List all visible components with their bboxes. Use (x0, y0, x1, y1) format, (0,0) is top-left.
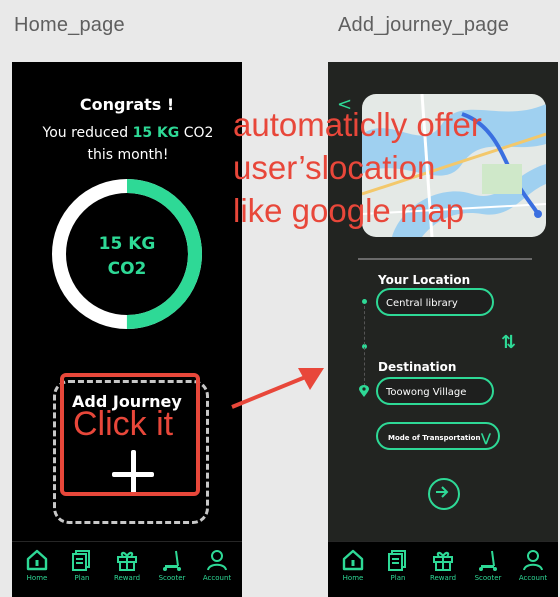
tab-home[interactable]: Home (333, 548, 373, 582)
tab-scooter[interactable]: Scooter (152, 548, 192, 582)
plan-icon (72, 550, 90, 571)
tab-bar-home: Home Plan Reward Scooter Account (12, 541, 242, 597)
tab-home[interactable]: Home (17, 548, 57, 582)
account-icon (523, 550, 543, 571)
tab-reward[interactable]: Reward (107, 548, 147, 582)
congrats-title: Congrats ! (79, 95, 175, 114)
tab-label: Reward (113, 574, 141, 582)
tab-label: Plan (74, 574, 90, 582)
section-divider (358, 258, 532, 260)
mode-of-transportation-select[interactable]: Mode of Transportation ⋁ (376, 422, 500, 450)
destination-input[interactable]: Toowong Village (376, 377, 494, 405)
chevron-down-icon: ⋁ (480, 431, 491, 445)
swap-vertical-icon[interactable]: ⇅ (501, 332, 516, 353)
tab-label: Home (342, 574, 364, 582)
note-line-2: user’slocation (233, 149, 436, 186)
summary-prefix: You reduced (42, 125, 129, 141)
tab-plan[interactable]: Plan (62, 548, 102, 582)
tab-label: Scooter (474, 574, 502, 582)
home-page-screen: Congrats ! You reduced 15 KG CO2 this mo… (12, 62, 242, 597)
mode-label: Mode of Transportation (388, 434, 481, 442)
note-line-3: like google map (233, 192, 465, 229)
tab-label: Home (26, 574, 48, 582)
scooter-icon (479, 550, 497, 571)
tab-label: Reward (429, 574, 457, 582)
destination-label: Destination (378, 360, 457, 374)
tab-label: Plan (390, 574, 406, 582)
plan-icon (388, 550, 406, 571)
note-line-1: automaticlly offer (233, 106, 482, 143)
annotation-click-it: Click it (73, 405, 174, 443)
gift-icon (117, 551, 137, 571)
scooter-icon (163, 550, 181, 571)
frame-title-home: Home_page (14, 14, 125, 36)
route-line (364, 306, 365, 386)
summary-amount: 15 KG (132, 125, 180, 141)
ring-value: 15 KG (98, 234, 156, 254)
tab-label: Account (202, 574, 232, 582)
ring-label: 15 KG CO2 (72, 232, 182, 282)
annotation-location-note: automaticlly offer user’slocation like g… (233, 103, 553, 232)
tab-scooter[interactable]: Scooter (468, 548, 508, 582)
your-location-input[interactable]: Central library (376, 288, 494, 316)
tab-account[interactable]: Account (513, 548, 553, 582)
tab-plan[interactable]: Plan (378, 548, 418, 582)
arrow-circle-right-icon[interactable] (428, 478, 460, 510)
tab-label: Account (518, 574, 548, 582)
tab-bar-journey: Home Plan Reward Scooter Account (328, 541, 558, 597)
location-pin-icon (359, 385, 369, 397)
tab-account[interactable]: Account (197, 548, 237, 582)
co2-summary: You reduced 15 KG CO2 this month! (28, 122, 228, 166)
home-icon (26, 549, 48, 571)
origin-dot (362, 299, 367, 304)
your-location-label: Your Location (378, 273, 471, 287)
gift-icon (433, 551, 453, 571)
tab-reward[interactable]: Reward (423, 548, 463, 582)
account-icon (207, 550, 227, 571)
home-icon (342, 549, 364, 571)
annotation-arrow (231, 368, 324, 409)
ring-unit: CO2 (107, 259, 147, 279)
frame-title-add-journey: Add_journey_page (338, 14, 510, 36)
summary-period: this month! (87, 147, 169, 163)
tab-label: Scooter (158, 574, 186, 582)
summary-unit: CO2 (183, 125, 214, 141)
